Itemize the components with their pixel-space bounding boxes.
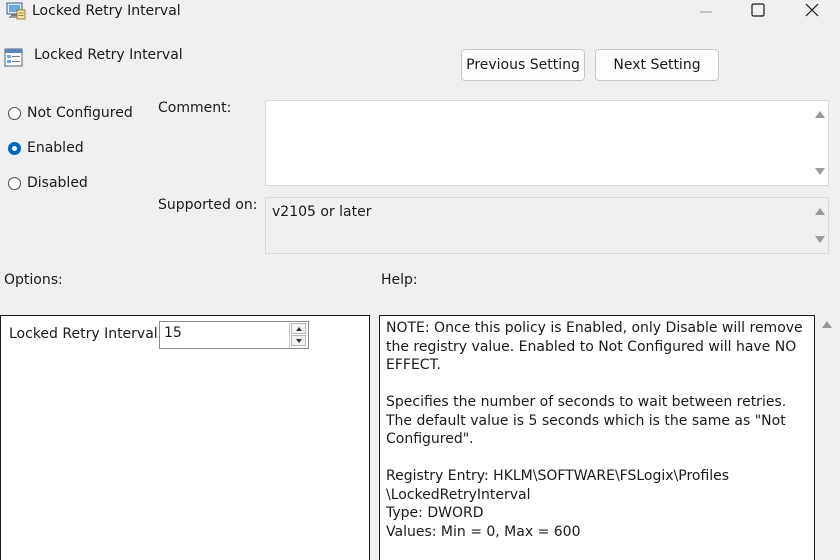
registry-values-line: Values: Min = 0, Max = 600 (386, 523, 581, 540)
stepper-value[interactable]: 15 (164, 325, 182, 341)
locked-retry-interval-label: Locked Retry Interval (9, 326, 158, 342)
close-button[interactable] (786, 0, 838, 24)
help-panel: NOTE: Once this policy is Enabled, only … (379, 315, 815, 560)
supported-on-label: Supported on: (158, 197, 258, 213)
radio-disabled-indicator[interactable] (8, 176, 21, 190)
options-label: Options: (4, 272, 63, 288)
chevron-down-icon (295, 338, 302, 343)
chevron-up-icon (295, 326, 302, 331)
stepper-buttons (289, 323, 307, 347)
scroll-down-icon[interactable] (815, 168, 825, 175)
maximize-icon (751, 3, 765, 21)
help-label: Help: (381, 272, 418, 288)
minimize-icon: — (699, 4, 713, 20)
radio-disabled-label: Disabled (27, 175, 88, 191)
next-setting-button[interactable]: Next Setting (595, 49, 719, 81)
radio-not-configured-indicator[interactable] (8, 106, 21, 120)
radio-enabled[interactable]: Enabled (8, 140, 84, 156)
help-text: NOTE: Once this policy is Enabled, only … (386, 319, 806, 541)
stepper-down-button[interactable] (291, 335, 306, 346)
setting-title: Locked Retry Interval (34, 47, 183, 63)
close-icon (805, 3, 819, 21)
scroll-down-icon[interactable] (815, 236, 825, 243)
previous-setting-button[interactable]: Previous Setting (461, 49, 585, 81)
minimize-button[interactable]: — (680, 0, 732, 24)
radio-disabled[interactable]: Disabled (8, 175, 88, 191)
maximize-button[interactable] (732, 0, 784, 24)
window-title: Locked Retry Interval (32, 3, 181, 19)
supported-on-value: v2105 or later (272, 204, 372, 220)
scroll-up-icon[interactable] (815, 208, 825, 215)
supported-scrollbar[interactable] (810, 198, 828, 253)
help-paragraph: NOTE: Once this policy is Enabled, only … (386, 320, 803, 373)
help-paragraph: Specifies the number of seconds to wait … (386, 394, 787, 447)
comment-scrollbar[interactable] (810, 101, 828, 185)
radio-not-configured[interactable]: Not Configured (8, 105, 133, 121)
supported-on-field: v2105 or later (265, 197, 829, 254)
comment-textarea[interactable] (265, 100, 829, 186)
registry-type-line: Type: DWORD (386, 505, 484, 521)
stepper-up-button[interactable] (291, 323, 306, 334)
comment-label: Comment: (158, 100, 232, 116)
registry-entry-line: Registry Entry: HKLM\SOFTWARE\FSLogix\Pr… (386, 468, 730, 484)
help-scrollbar[interactable] (817, 315, 835, 560)
scroll-up-icon[interactable] (822, 321, 832, 328)
app-icon (6, 2, 26, 20)
radio-enabled-label: Enabled (27, 140, 84, 156)
radio-enabled-indicator[interactable] (8, 141, 21, 155)
locked-retry-interval-stepper[interactable]: 15 (159, 321, 309, 349)
policy-dialog: Locked Retry Interval — Locked Retry Int… (0, 0, 840, 560)
radio-not-configured-label: Not Configured (27, 105, 133, 121)
scroll-up-icon[interactable] (815, 111, 825, 118)
registry-entry-line: \LockedRetryInterval (386, 486, 531, 503)
policy-setting-icon (4, 48, 24, 68)
options-panel: Locked Retry Interval 15 (0, 315, 370, 560)
title-bar: Locked Retry Interval — (0, 0, 840, 24)
